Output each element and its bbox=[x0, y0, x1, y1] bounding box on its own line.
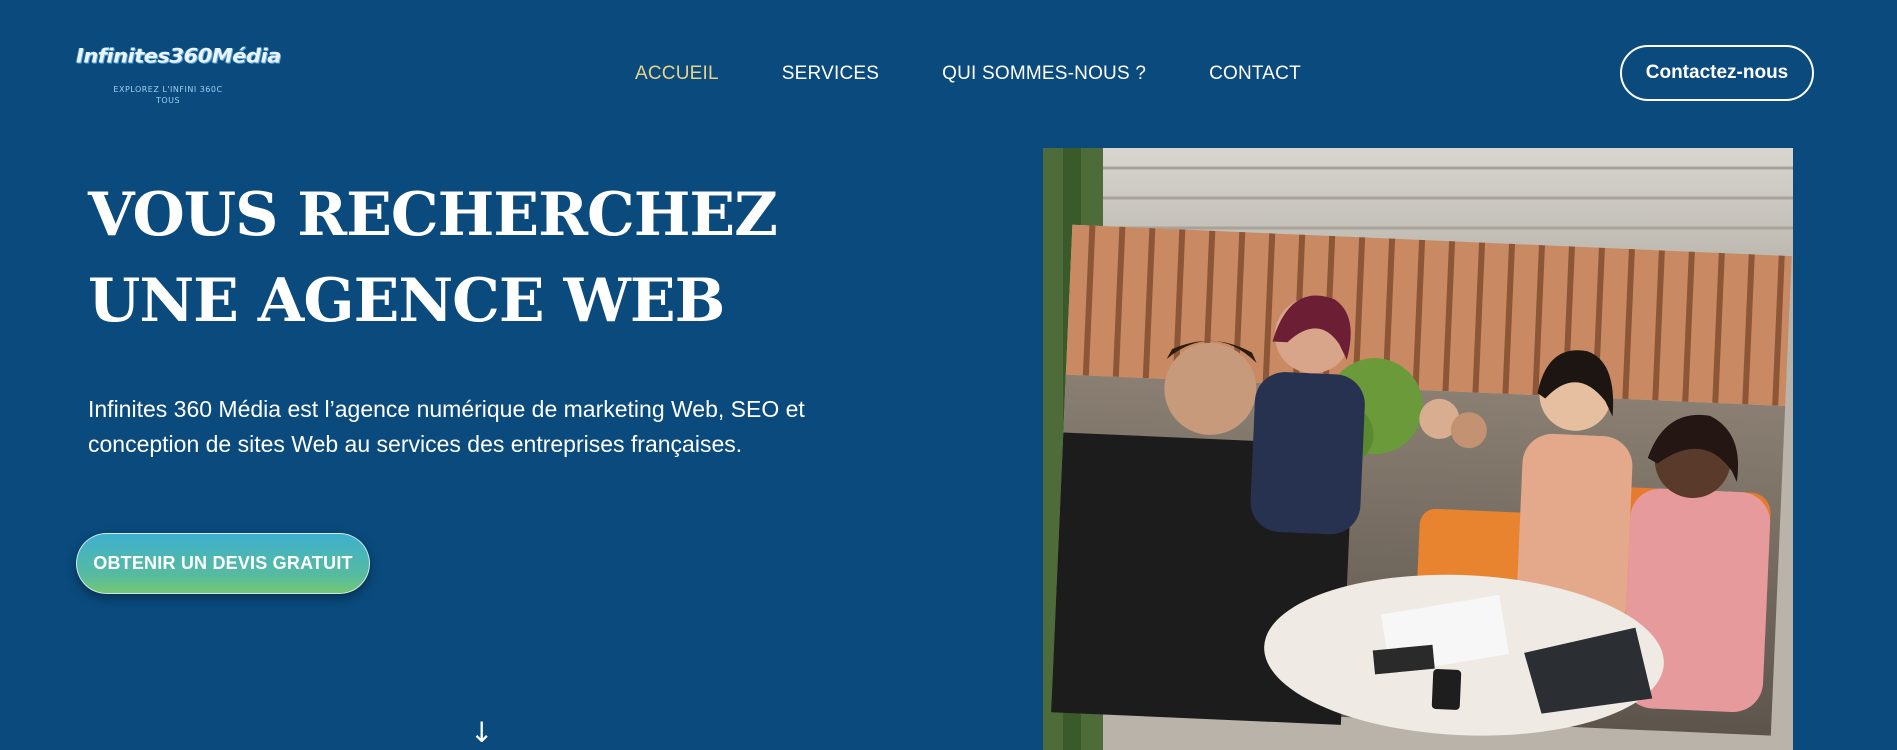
logo[interactable]: Infinites360Média EXPLOREZ L'INFINI 360C… bbox=[76, 44, 281, 124]
hero-title: VOUS RECHERCHEZ UNE AGENCE WEB bbox=[88, 180, 778, 336]
nav-item-contact[interactable]: CONTACT bbox=[1209, 63, 1301, 85]
main-nav: ACCUEIL SERVICES QUI SOMMES-NOUS ? CONTA… bbox=[635, 63, 1301, 85]
nav-item-accueil[interactable]: ACCUEIL bbox=[635, 63, 719, 85]
nav-item-qui-sommes-nous[interactable]: QUI SOMMES-NOUS ? bbox=[942, 63, 1146, 85]
logo-wordmark: Infinites360Média bbox=[76, 44, 281, 68]
team-high-five-photo bbox=[1043, 148, 1793, 750]
nav-item-services[interactable]: SERVICES bbox=[782, 63, 879, 85]
logo-tagline: EXPLOREZ L'INFINI 360C TOUS bbox=[113, 85, 223, 105]
hero-description: Infinites 360 Média est l’agence numériq… bbox=[88, 396, 805, 457]
get-free-quote-button[interactable]: OBTENIR UN DEVIS GRATUIT bbox=[76, 533, 370, 594]
arrow-down-icon[interactable]: ↓ bbox=[470, 718, 493, 748]
contact-us-button[interactable]: Contactez-nous bbox=[1620, 45, 1814, 101]
